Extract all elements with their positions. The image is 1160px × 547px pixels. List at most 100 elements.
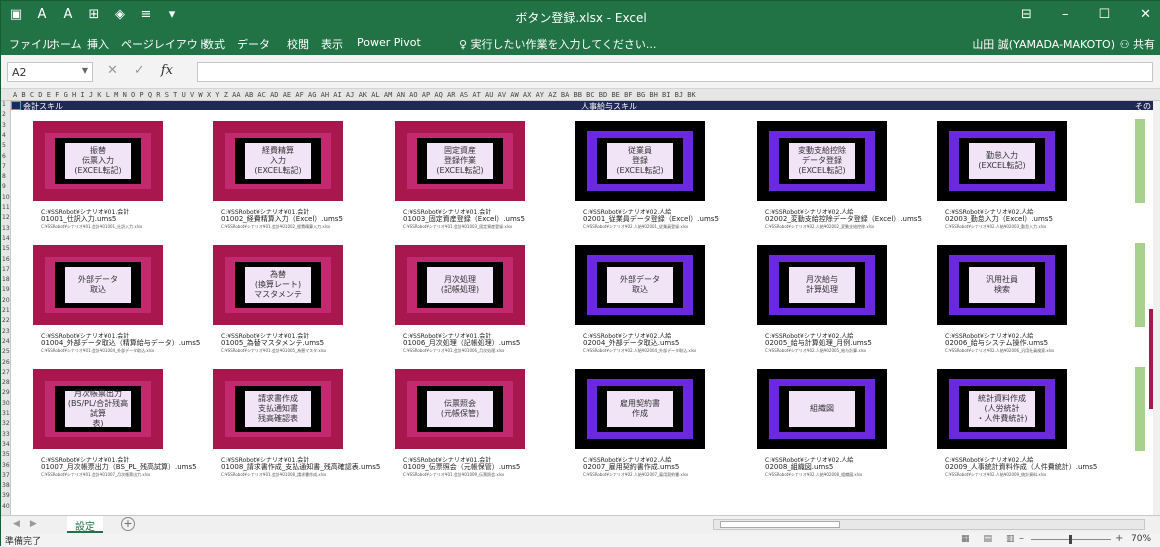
row-number[interactable]: 30 (2, 400, 10, 407)
row-number[interactable]: 11 (2, 204, 10, 211)
horizontal-scrollbar[interactable] (713, 519, 1145, 530)
row-number[interactable]: 7 (2, 163, 6, 170)
row-number[interactable]: 14 (2, 235, 10, 242)
chevron-down-icon[interactable]: ▼ (82, 66, 88, 75)
robot-button-15[interactable]: 伝票照会 (元帳保管) (395, 369, 525, 449)
robot-button-4[interactable]: 従業員 登録 (EXCEL転記) (575, 121, 705, 201)
insert-function-icon[interactable]: fx (161, 63, 173, 78)
row-number[interactable]: 38 (2, 482, 10, 489)
row-number[interactable]: 5 (2, 142, 6, 149)
row-number[interactable]: 4 (2, 132, 6, 139)
row-number[interactable]: 15 (2, 245, 10, 252)
row-number[interactable]: 18 (2, 276, 10, 283)
partial-green-button-3[interactable] (1135, 367, 1145, 451)
add-sheet-icon[interactable]: + (121, 517, 135, 531)
zoom-in-icon[interactable]: + (1115, 533, 1123, 544)
row-number[interactable]: 23 (2, 328, 10, 335)
row-number[interactable]: 16 (2, 256, 10, 263)
row-number[interactable]: 32 (2, 420, 10, 427)
robot-button-7[interactable]: 外部データ 取込 (33, 245, 163, 325)
formula-input[interactable] (197, 62, 1153, 82)
row-number[interactable]: 12 (2, 214, 10, 221)
tab-file[interactable]: ファイル (9, 36, 53, 52)
zoom-out-icon[interactable]: – (1019, 533, 1024, 544)
tab-power-pivot[interactable]: Power Pivot (357, 36, 421, 49)
tab-view[interactable]: 表示 (321, 36, 343, 52)
row-number[interactable]: 37 (2, 472, 10, 479)
enter-icon[interactable]: ✓ (134, 63, 145, 78)
robot-button-6[interactable]: 勤怠入力 (EXCEL転記) (937, 121, 1067, 201)
row-number[interactable]: 19 (2, 286, 10, 293)
close-icon[interactable]: ✕ (1140, 7, 1151, 22)
row-number[interactable]: 10 (2, 194, 10, 201)
page-layout-view-icon[interactable]: ▤ (984, 534, 993, 544)
row-number[interactable]: 6 (2, 153, 6, 160)
ribbon-display-icon[interactable]: ⊟ (1021, 7, 1032, 22)
row-number[interactable]: 25 (2, 348, 10, 355)
minimize-icon[interactable]: – (1062, 7, 1069, 22)
row-number[interactable]: 3 (2, 122, 6, 129)
sheet-nav-arrows[interactable]: ◀▶ (13, 519, 47, 529)
row-number[interactable]: 21 (2, 307, 10, 314)
partial-green-button-1[interactable] (1135, 119, 1145, 203)
sheet-tab-settings[interactable]: 設定 (67, 516, 103, 533)
robot-button-8[interactable]: 為替 (換算レート) マスタメンテ (213, 245, 343, 325)
tab-insert[interactable]: 挿入 (87, 36, 109, 52)
page-break-view-icon[interactable]: ▥ (1006, 534, 1015, 544)
cancel-icon[interactable]: ✕ (107, 63, 118, 78)
robot-button-11[interactable]: 月次給与 計算処理 (757, 245, 887, 325)
tab-formulas[interactable]: 数式 (203, 36, 225, 52)
row-number[interactable]: 17 (2, 266, 10, 273)
tab-page-layout[interactable]: ページレイアウト (121, 36, 209, 52)
zoom-slider-knob[interactable] (1069, 535, 1072, 544)
row-number[interactable]: 8 (2, 173, 6, 180)
robot-button-14[interactable]: 請求書作成 支払通知書 残高確認表 (213, 369, 343, 449)
maximize-icon[interactable]: ☐ (1098, 7, 1110, 22)
row-number[interactable]: 24 (2, 338, 10, 345)
tab-home[interactable]: ホーム (49, 36, 82, 52)
row-number[interactable]: 1 (2, 101, 6, 108)
row-number[interactable]: 40 (2, 503, 10, 510)
robot-button-10[interactable]: 外部データ 取込 (575, 245, 705, 325)
row-number[interactable]: 36 (2, 462, 10, 469)
robot-button-2[interactable]: 経費精算 入力 (EXCEL転記) (213, 121, 343, 201)
tab-review[interactable]: 校閲 (287, 36, 309, 52)
share-button[interactable]: ⚇ 共有 (1120, 36, 1155, 52)
selected-cell[interactable] (11, 101, 21, 110)
row-number[interactable]: 22 (2, 317, 10, 324)
horizontal-scroll-thumb[interactable] (720, 521, 840, 528)
row-number[interactable]: 28 (2, 379, 10, 386)
robot-button-12[interactable]: 汎用社員 検索 (937, 245, 1067, 325)
row-number[interactable]: 13 (2, 225, 10, 232)
row-number[interactable]: 34 (2, 441, 10, 448)
zoom-slider[interactable] (1031, 535, 1111, 544)
row-number[interactable]: 9 (2, 183, 6, 190)
robot-button-17[interactable]: 組織図 (757, 369, 887, 449)
row-number[interactable]: 29 (2, 389, 10, 396)
row-number[interactable]: 2 (2, 111, 6, 118)
zoom-level[interactable]: 70% (1131, 534, 1151, 544)
robot-button-3[interactable]: 固定資産 登録作業 (EXCEL転記) (395, 121, 525, 201)
normal-view-icon[interactable]: ▦ (961, 534, 970, 544)
robot-button-1[interactable]: 振替 伝票入力 (EXCEL転記) (33, 121, 163, 201)
row-number[interactable]: 39 (2, 492, 10, 499)
tab-data[interactable]: データ (237, 36, 270, 52)
row-number[interactable]: 31 (2, 410, 10, 417)
robot-button-9[interactable]: 月次処理 (記帳処理) (395, 245, 525, 325)
worksheet-grid[interactable]: 会計スキル 人事給与スキル その 振替 伝票入力 (EXCEL転記) 経費精算 入… (11, 101, 1153, 515)
column-headers[interactable]: A B C D E F G H I J K L M N O P Q R S T … (1, 89, 1160, 101)
robot-button-18[interactable]: 統計資料作成 (人労統計 ・人件費統計) (937, 369, 1067, 449)
partial-green-button-2[interactable] (1135, 243, 1145, 327)
robot-button-5[interactable]: 変動支給控除 データ登録 (EXCEL転記) (757, 121, 887, 201)
row-number[interactable]: 33 (2, 431, 10, 438)
row-headers[interactable]: 1 2 3 4 5 6 7 8 9 10 11 12 13 14 15 16 17 18 19 20 21 22 23 24 2… (1, 101, 11, 515)
vertical-scrollbar[interactable] (1153, 101, 1160, 515)
row-number[interactable]: 20 (2, 297, 10, 304)
row-number[interactable]: 35 (2, 451, 10, 458)
robot-button-16[interactable]: 雇用契約書 作成 (575, 369, 705, 449)
name-box[interactable]: A2 ▼ (7, 62, 93, 82)
row-number[interactable]: 26 (2, 359, 10, 366)
row-number[interactable]: 27 (2, 369, 10, 376)
robot-button-13[interactable]: 月次帳票出力 (BS/PL/合計残高試算 表) (33, 369, 163, 449)
user-name[interactable]: 山田 誠(YAMADA-MAKOTO) (972, 36, 1115, 52)
